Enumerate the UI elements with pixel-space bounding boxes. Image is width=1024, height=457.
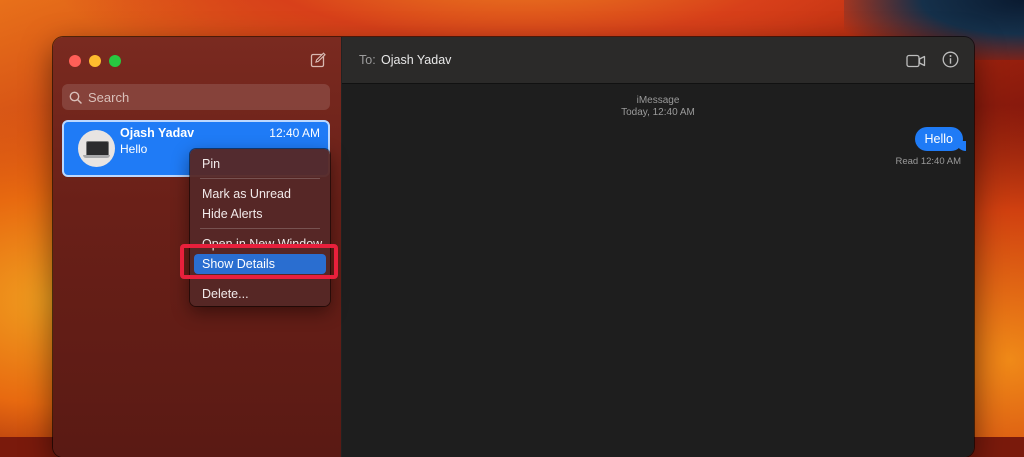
laptop-icon bbox=[86, 141, 109, 156]
zoom-button[interactable] bbox=[109, 55, 121, 67]
search-input[interactable]: Search bbox=[62, 84, 330, 110]
message-text: Hello bbox=[924, 132, 954, 146]
search-placeholder: Search bbox=[88, 89, 130, 105]
read-receipt: Read 12:40 AM bbox=[895, 156, 962, 167]
message-bubble[interactable]: Hello bbox=[914, 127, 966, 151]
annotation-highlight-box bbox=[180, 244, 338, 279]
menu-item-mark-unread[interactable]: Mark as Unread bbox=[202, 187, 291, 201]
context-menu: Pin Mark as Unread Hide Alerts Open in N… bbox=[190, 149, 330, 306]
close-button[interactable] bbox=[69, 55, 81, 67]
compose-icon[interactable] bbox=[310, 52, 326, 68]
conversation-time: 12:40 AM bbox=[269, 126, 320, 140]
to-label: To: bbox=[359, 53, 376, 67]
recipient-name[interactable]: Ojash Yadav bbox=[381, 53, 451, 67]
menu-separator bbox=[200, 178, 320, 179]
conversation-header: To: Ojash Yadav bbox=[342, 37, 974, 84]
laptop-base bbox=[83, 155, 110, 158]
search-icon bbox=[69, 91, 82, 104]
menu-separator bbox=[200, 228, 320, 229]
menu-item-delete[interactable]: Delete... bbox=[202, 287, 249, 301]
menu-item-pin[interactable]: Pin bbox=[202, 157, 220, 171]
facetime-video-icon[interactable] bbox=[906, 54, 926, 73]
conversation-pane: To: Ojash Yadav iMessage Today, 12:40 AM… bbox=[342, 37, 974, 457]
message-date: Today, 12:40 AM bbox=[621, 107, 695, 118]
bubble-tail bbox=[956, 141, 966, 151]
minimize-button[interactable] bbox=[89, 55, 101, 67]
avatar bbox=[78, 130, 115, 167]
menu-item-hide-alerts[interactable]: Hide Alerts bbox=[202, 207, 262, 221]
info-icon[interactable] bbox=[942, 51, 959, 73]
service-label: iMessage bbox=[636, 95, 680, 106]
conversation-name: Ojash Yadav bbox=[120, 126, 195, 140]
conversation-preview: Hello bbox=[120, 142, 148, 156]
window-controls bbox=[69, 55, 121, 67]
